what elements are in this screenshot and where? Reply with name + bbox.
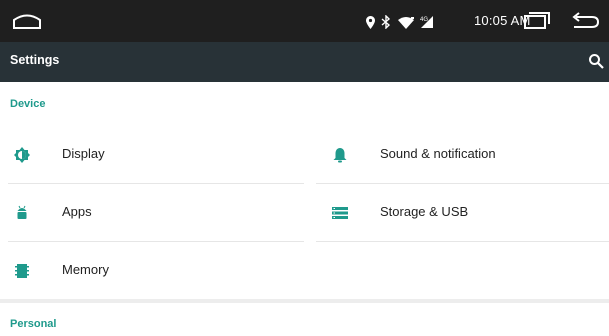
settings-item-label: Storage & USB: [380, 204, 469, 219]
section-header-device: Device: [10, 98, 46, 110]
divider: [316, 241, 609, 242]
location-icon: [366, 15, 375, 29]
page-title: Settings: [10, 53, 60, 67]
divider: [8, 183, 304, 184]
settings-item-label: Memory: [62, 262, 109, 277]
settings-item-sound-notification[interactable]: Sound & notification: [310, 127, 609, 183]
bluetooth-icon: [381, 15, 391, 29]
app-toolbar: Settings: [0, 42, 609, 82]
settings-item-apps[interactable]: Apps: [0, 185, 304, 241]
section-header-personal: Personal: [10, 318, 57, 330]
status-icons: 4G: [366, 14, 434, 30]
search-icon[interactable]: [588, 53, 604, 69]
settings-item-display[interactable]: Display: [0, 127, 304, 183]
signal-icon: 4G: [420, 16, 433, 28]
settings-item-storage-usb[interactable]: Storage & USB: [310, 185, 609, 241]
settings-item-label: Display: [62, 146, 105, 161]
home-icon[interactable]: [12, 12, 42, 30]
wifi-icon: [398, 16, 414, 29]
android-icon: [17, 205, 27, 219]
settings-item-memory[interactable]: Memory: [0, 243, 304, 299]
bell-icon: [333, 148, 347, 163]
back-icon[interactable]: [570, 12, 600, 30]
recents-icon[interactable]: [521, 12, 551, 30]
settings-item-label: Apps: [62, 204, 92, 219]
divider: [8, 241, 304, 242]
divider: [316, 183, 609, 184]
settings-item-label: Sound & notification: [380, 146, 496, 161]
svg-text:4G: 4G: [420, 17, 428, 23]
section-divider: [0, 299, 609, 303]
display-brightness-icon: [14, 147, 30, 163]
memory-icon: [15, 264, 29, 278]
status-bar: 4G 10:05 AM: [0, 0, 609, 42]
storage-icon: [332, 207, 348, 219]
